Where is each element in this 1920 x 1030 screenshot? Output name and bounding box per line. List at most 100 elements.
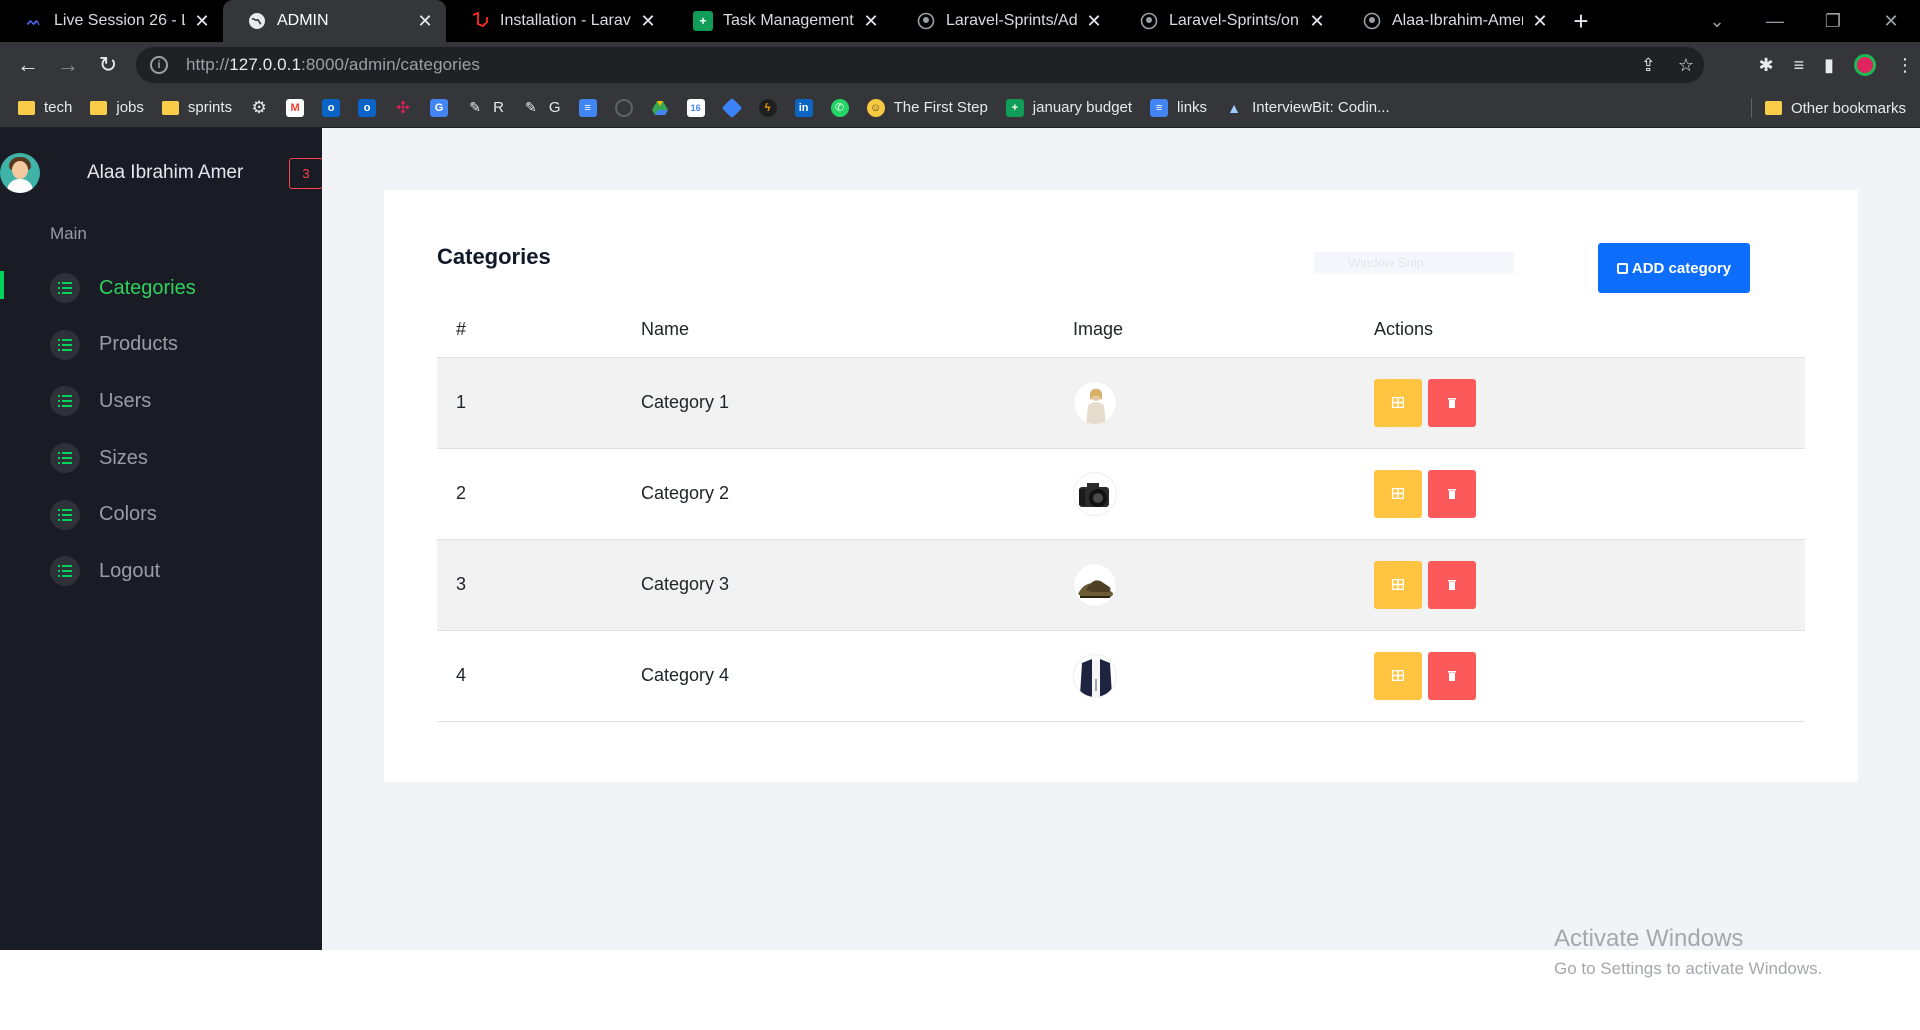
bookmark-docs[interactable]: ≡ bbox=[578, 98, 597, 117]
main-content: Categories Window Snip ADD category # Na… bbox=[322, 128, 1920, 950]
close-icon[interactable]: ✕ bbox=[1308, 11, 1326, 31]
bookmark-translate[interactable]: G bbox=[430, 98, 449, 117]
bookmark-blue[interactable] bbox=[721, 97, 742, 118]
slack-icon: ✣ bbox=[396, 99, 410, 117]
sidebar-item-label: Products bbox=[99, 333, 178, 356]
sidebar-item-colors[interactable]: Colors bbox=[0, 486, 322, 543]
delete-button[interactable] bbox=[1428, 469, 1476, 518]
bookmark-g[interactable]: ✎ G bbox=[522, 99, 561, 117]
sidebar-item-categories[interactable]: Categories bbox=[0, 260, 322, 317]
minimize-icon[interactable]: — bbox=[1746, 11, 1804, 32]
sidebar-item-label: Categories bbox=[99, 276, 196, 299]
browser-tab[interactable]: Laravel-Sprints/online ✕ bbox=[1115, 0, 1338, 42]
sidebar-item-label: Users bbox=[99, 389, 152, 412]
gmail-icon: M bbox=[286, 98, 305, 117]
bookmark-github[interactable] bbox=[614, 98, 633, 117]
outlook-icon: o bbox=[358, 98, 377, 117]
browser-tab[interactable]: Laravel-Sprints/Admin ✕ bbox=[892, 0, 1115, 42]
bookmark-linkedin[interactable]: in bbox=[794, 98, 813, 117]
bookmark-outlook[interactable]: o bbox=[322, 98, 341, 117]
activate-windows-watermark: Activate Windows Go to Settings to activ… bbox=[1554, 925, 1822, 979]
avatar[interactable] bbox=[0, 153, 40, 193]
row-number: 3 bbox=[437, 539, 622, 631]
close-icon[interactable]: ✕ bbox=[1085, 11, 1103, 31]
tab-title: Alaa-Ibrahim-Amer/O bbox=[1392, 12, 1523, 29]
other-bookmarks[interactable]: Other bookmarks bbox=[1764, 88, 1906, 128]
address-bar[interactable]: i http://127.0.0.1:8000/admin/categories… bbox=[136, 47, 1704, 83]
bookmark-bolt[interactable]: ϟ bbox=[758, 98, 777, 117]
extensions-icon[interactable]: ✱ bbox=[1758, 55, 1773, 76]
pen-icon: ✎ bbox=[469, 99, 481, 115]
close-icon[interactable]: ✕ bbox=[416, 11, 434, 31]
sheets-icon: + bbox=[1005, 98, 1024, 117]
edit-button[interactable] bbox=[1374, 469, 1422, 518]
bookmark-links[interactable]: ≡ links bbox=[1150, 98, 1207, 117]
bookmark-r[interactable]: ✎ R bbox=[466, 99, 504, 117]
bookmark-whatsapp[interactable]: ✆ bbox=[830, 98, 849, 117]
bookmark-gmail[interactable]: M bbox=[286, 98, 305, 117]
side-panel-icon[interactable]: ▮ bbox=[1824, 55, 1834, 76]
media-icon[interactable]: ≡ bbox=[1794, 55, 1805, 76]
browser-tab[interactable]: + Task Management Sys ✕ bbox=[669, 0, 892, 42]
bookmark-slack[interactable]: ✣ bbox=[394, 99, 412, 117]
edit-button[interactable] bbox=[1374, 560, 1422, 609]
menu-dots-icon[interactable]: ⋮ bbox=[1896, 55, 1914, 76]
sidebar-item-users[interactable]: Users bbox=[0, 373, 322, 430]
edit-button[interactable] bbox=[1374, 651, 1422, 700]
bookmark-interviewbit[interactable]: ▲ InterviewBit: Codin... bbox=[1225, 99, 1390, 117]
tab-search-icon[interactable]: ⌄ bbox=[1688, 11, 1746, 32]
back-arrow-icon[interactable]: ← bbox=[8, 45, 48, 85]
profile-avatar[interactable] bbox=[1854, 54, 1876, 76]
sidebar: Alaa Ibrahim Amer 3 Main Categories Prod… bbox=[0, 128, 323, 950]
list-icon bbox=[50, 273, 80, 304]
star-icon[interactable]: ☆ bbox=[1678, 55, 1694, 76]
restore-icon[interactable]: ❐ bbox=[1804, 11, 1862, 32]
delete-button[interactable] bbox=[1428, 651, 1476, 700]
edit-button[interactable] bbox=[1374, 378, 1422, 427]
shoes-thumbnail bbox=[1073, 562, 1117, 607]
row-actions bbox=[1374, 469, 1805, 518]
bookmark-outlook-2[interactable]: o bbox=[358, 98, 377, 117]
sidebar-item-logout[interactable]: Logout bbox=[0, 543, 322, 600]
bookmark-january-budget[interactable]: + january budget bbox=[1005, 98, 1132, 117]
close-icon[interactable]: ✕ bbox=[862, 11, 880, 31]
github-icon bbox=[1139, 11, 1159, 31]
bookmark-calendar[interactable]: 16 bbox=[686, 98, 705, 117]
whatsapp-icon: ✆ bbox=[830, 98, 849, 117]
delete-button[interactable] bbox=[1428, 378, 1476, 427]
bookmark-first-step[interactable]: ☺ The First Step bbox=[866, 98, 988, 117]
close-window-icon[interactable]: ✕ bbox=[1862, 11, 1920, 32]
bookmark-drive[interactable] bbox=[651, 99, 669, 117]
notification-badge[interactable]: 3 bbox=[289, 158, 323, 189]
browser-tab-active[interactable]: ADMIN ✕ bbox=[223, 0, 446, 42]
edit-icon bbox=[1392, 488, 1404, 499]
bookmark-tech[interactable]: tech bbox=[18, 99, 72, 116]
browser-toolbar: ← → ↻ i http://127.0.0.1:8000/admin/cate… bbox=[0, 42, 1920, 88]
forward-arrow-icon[interactable]: → bbox=[48, 45, 88, 85]
bolt-icon: ϟ bbox=[758, 98, 777, 117]
info-icon[interactable]: i bbox=[150, 56, 168, 74]
close-icon[interactable]: ✕ bbox=[639, 11, 657, 31]
sidebar-item-products[interactable]: Products bbox=[0, 317, 322, 374]
browser-tab[interactable]: Installation - Laravel - ✕ bbox=[446, 0, 669, 42]
new-tab-button[interactable]: + bbox=[1561, 0, 1601, 42]
person-icon: ☺ bbox=[866, 98, 885, 117]
close-icon[interactable]: ✕ bbox=[1531, 11, 1549, 31]
close-icon[interactable]: ✕ bbox=[193, 11, 211, 31]
browser-tab[interactable]: ᨓ Live Session 26 - Laravel ✕ bbox=[0, 0, 223, 42]
table-row: 3 Category 3 bbox=[437, 539, 1805, 631]
user-profile[interactable]: Alaa Ibrahim Amer bbox=[0, 150, 322, 196]
bookmark-settings[interactable]: ⚙ bbox=[250, 98, 268, 117]
add-category-button[interactable]: ADD category bbox=[1598, 243, 1750, 293]
share-icon[interactable]: ⇪ bbox=[1641, 55, 1656, 76]
sidebar-item-sizes[interactable]: Sizes bbox=[0, 430, 322, 487]
trash-icon bbox=[1448, 488, 1456, 499]
delete-button[interactable] bbox=[1428, 560, 1476, 609]
bookmark-jobs[interactable]: jobs bbox=[90, 99, 144, 116]
reload-icon[interactable]: ↻ bbox=[88, 45, 128, 85]
url-text[interactable]: http://127.0.0.1:8000/admin/categories bbox=[186, 55, 480, 75]
edit-icon bbox=[1392, 670, 1404, 681]
bookmark-sprints[interactable]: sprints bbox=[161, 99, 232, 116]
browser-tab[interactable]: Alaa-Ibrahim-Amer/O ✕ bbox=[1338, 0, 1561, 42]
table-row: 4 Category 4 bbox=[437, 630, 1805, 722]
